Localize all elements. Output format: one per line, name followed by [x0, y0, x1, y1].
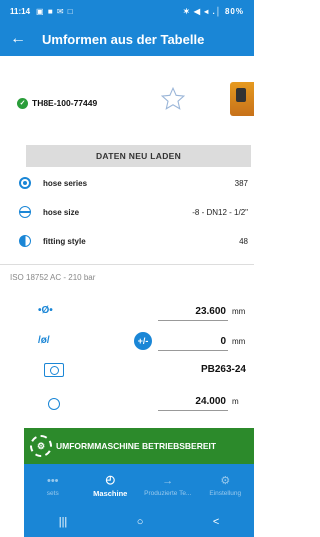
back-icon[interactable]: <	[213, 516, 219, 528]
product-thumbnail[interactable]	[230, 82, 254, 116]
machine-status-banner[interactable]: ⚙ UMFORMMASCHINE BETRIEBSBEREIT	[24, 428, 254, 464]
status-time: 11:14	[10, 6, 31, 16]
fourth-input[interactable]: 24.000	[158, 393, 228, 411]
page-title: Umformen aus der Tabelle	[42, 31, 205, 47]
nav-label: sets	[46, 489, 59, 497]
sets-icon: •••	[46, 474, 59, 487]
measurement-tolerance-row: /ø/ +/- 0 mm	[0, 330, 254, 354]
die-value: PB263-24	[200, 364, 246, 375]
gear-icon: ⚙	[220, 475, 231, 487]
produced-icon: →	[162, 474, 174, 487]
plus-minus-toggle[interactable]: +/-	[134, 332, 152, 350]
nav-item-sets[interactable]: ••• sets	[24, 464, 82, 507]
divider	[0, 264, 254, 265]
system-status-icons: ✶ ◀ ◂ .│ 80%	[183, 6, 244, 16]
die-icon	[44, 363, 64, 377]
param-label: fitting style	[43, 236, 86, 246]
product-row: ✓ TH8E-100-77449	[0, 78, 254, 128]
status-bar: 11:14 ▣ ■ ✉ □ ✶ ◀ ◂ .│ 80%	[0, 0, 254, 22]
home-icon[interactable]: ○	[137, 516, 144, 528]
nav-item-settings[interactable]: ⚙ Einstellung	[197, 464, 255, 507]
param-hose-size[interactable]: hose size -8 - DN12 - 1/2"	[0, 202, 254, 222]
tolerance-unit: mm	[232, 337, 246, 346]
check-icon: ✓	[17, 97, 28, 109]
measurement-diameter-row: •Ø• 23.600 mm	[0, 300, 254, 324]
tolerance-icon: /ø/	[38, 335, 50, 346]
nav-label: Maschine	[93, 489, 128, 498]
param-value: -8 - DN12 - 1/2"	[192, 207, 248, 217]
system-navigation: ||| ○ <	[24, 507, 254, 537]
param-label: hose size	[43, 207, 80, 217]
measurement-die-row: PB263-24	[0, 360, 254, 384]
app-bar: ← Umformen aus der Tabelle	[0, 22, 254, 56]
nav-label: Produzierte Te...	[144, 489, 192, 497]
nav-item-maschine[interactable]: ◴ Maschine	[82, 464, 140, 507]
param-value: 387	[234, 178, 248, 188]
machine-gear-icon: ⚙	[30, 435, 52, 457]
measure-icon	[48, 398, 60, 410]
recent-apps-icon[interactable]: |||	[59, 516, 68, 528]
reload-data-button[interactable]: DATEN NEU LADEN	[26, 145, 251, 167]
nav-item-produced[interactable]: → Produzierte Te...	[139, 464, 197, 507]
param-label: hose series	[43, 178, 88, 188]
diameter-unit: mm	[232, 307, 246, 316]
bottom-navigation: ••• sets ◴ Maschine → Produzierte Te... …	[24, 464, 254, 507]
hose-size-icon	[19, 206, 31, 218]
notification-icons: ▣ ■ ✉ □	[36, 6, 74, 16]
banner-label: UMFORMMASCHINE BETRIEBSBEREIT	[56, 441, 217, 451]
diameter-icon: •Ø•	[38, 305, 53, 316]
fourth-unit: m	[232, 397, 239, 406]
back-arrow-icon[interactable]: ←	[0, 30, 36, 48]
tolerance-input[interactable]: 0	[158, 333, 228, 351]
fitting-style-icon	[19, 235, 31, 247]
param-hose-series[interactable]: hose series 387	[0, 173, 254, 193]
diameter-input[interactable]: 23.600	[158, 303, 228, 321]
spec-text: ISO 18752 AC - 210 bar	[10, 273, 96, 282]
radio-filled-icon	[19, 177, 31, 189]
measurement-fourth-row: 24.000 m	[0, 390, 254, 414]
product-code: TH8E-100-77449	[32, 98, 98, 108]
param-value: 48	[239, 236, 248, 246]
machine-icon: ◴	[105, 474, 116, 486]
param-fitting-style[interactable]: fitting style 48	[0, 231, 254, 251]
nav-label: Einstellung	[209, 490, 242, 497]
star-favorite-icon[interactable]	[160, 86, 186, 112]
